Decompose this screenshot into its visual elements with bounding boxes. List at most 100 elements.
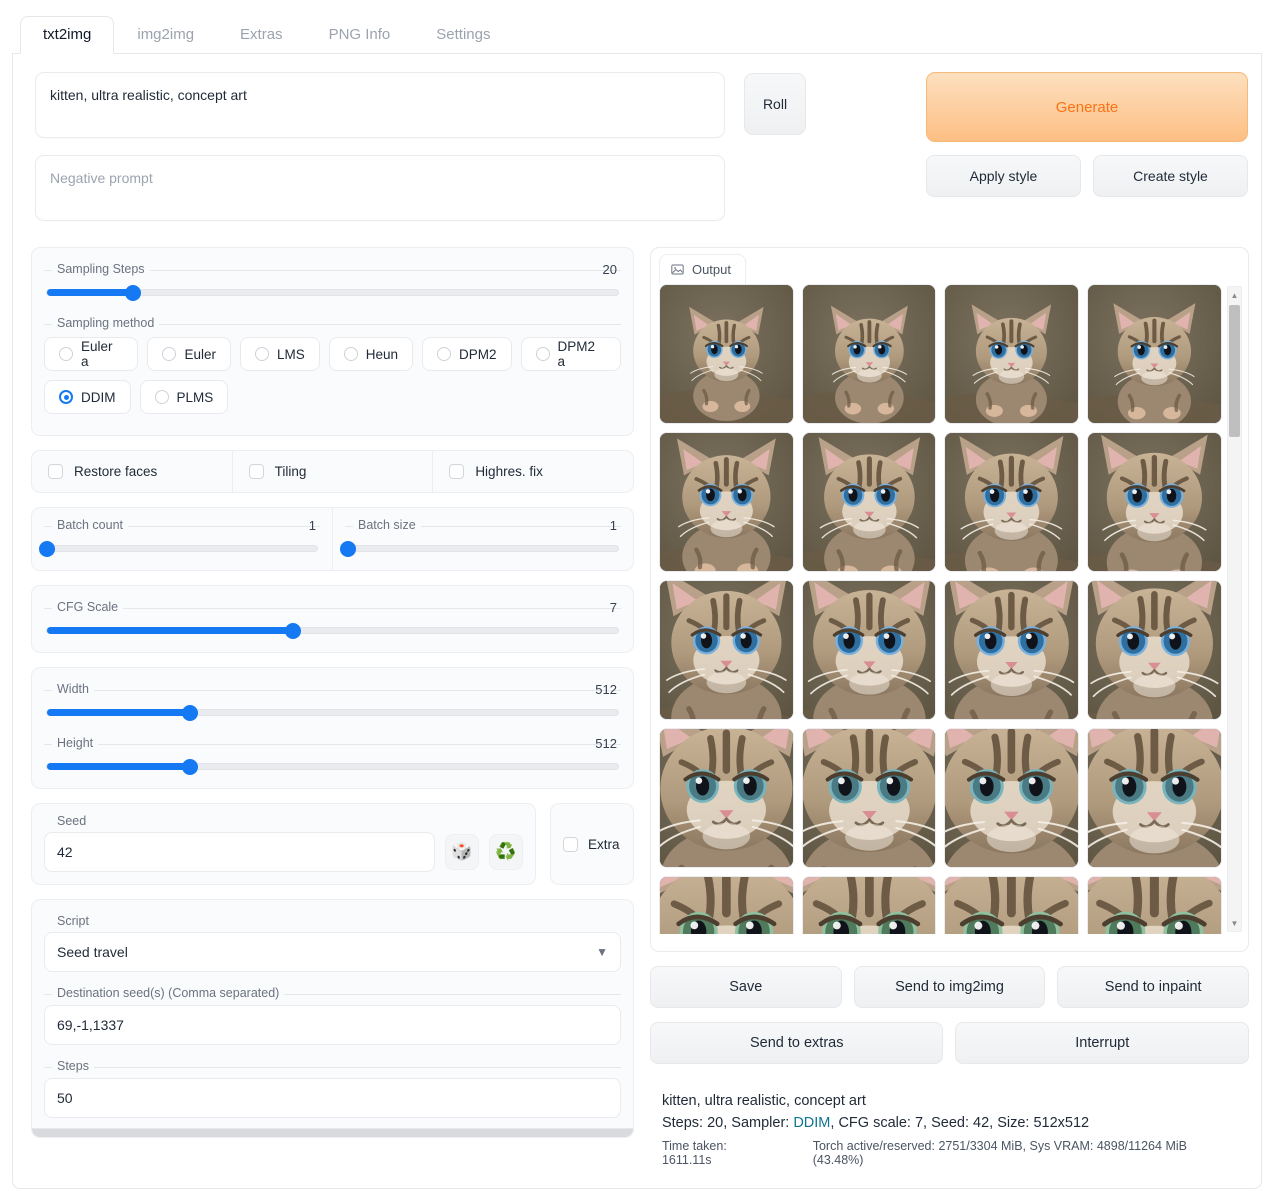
send-to-img2img-button[interactable]: Send to img2img <box>853 966 1046 1008</box>
gallery-image[interactable] <box>801 284 937 424</box>
cfg-field: CFG Scale 7 <box>44 594 621 640</box>
slider-thumb[interactable] <box>39 541 55 557</box>
radio-euler-a[interactable]: Euler a <box>44 337 139 371</box>
horizontal-scrollbar[interactable] <box>32 1128 633 1137</box>
cfg-line: 7 <box>44 600 621 640</box>
seed-input[interactable]: 42 <box>44 832 435 872</box>
radio-heun[interactable]: Heun <box>328 337 414 371</box>
batch-size-value: 1 <box>609 518 617 533</box>
radio-dot-icon <box>437 347 452 361</box>
recycle-icon[interactable]: ♻️ <box>488 834 523 870</box>
width-slider[interactable]: 512 <box>44 682 621 722</box>
save-button[interactable]: Save <box>649 966 842 1008</box>
tab-img2img[interactable]: img2img <box>114 16 217 54</box>
radio-euler[interactable]: Euler <box>147 337 231 371</box>
gallery-image[interactable] <box>801 580 937 720</box>
kitten-image <box>802 285 936 423</box>
height-value: 512 <box>595 736 617 751</box>
scrollbar-thumb[interactable] <box>1229 305 1240 437</box>
scroll-up-icon[interactable]: ▲ <box>1228 287 1241 303</box>
create-style-button[interactable]: Create style <box>1093 155 1248 197</box>
sampling-steps-value: 20 <box>602 262 617 277</box>
tab-label: txt2img <box>43 26 92 43</box>
button-label: Send to extras <box>749 1035 844 1051</box>
prompt-input[interactable]: kitten, ultra realistic, concept art <box>35 72 725 138</box>
gallery-image[interactable] <box>801 876 937 934</box>
seed-group: Seed 42 🎲 ♻️ <box>31 803 536 885</box>
extra-toggle-group[interactable]: Extra <box>549 803 634 885</box>
chevron-down-icon: ▼ <box>596 945 608 959</box>
gallery-image[interactable] <box>944 432 1080 572</box>
radio-dot-icon <box>162 347 177 361</box>
gallery-image[interactable] <box>1087 580 1222 720</box>
script-steps-label: Steps <box>52 1059 94 1073</box>
height-slider[interactable]: 512 <box>44 736 621 776</box>
apply-style-button[interactable]: Apply style <box>926 155 1081 197</box>
roll-button[interactable]: Roll <box>744 73 806 135</box>
toggle-restore-faces[interactable]: Restore faces <box>32 451 233 492</box>
tab-png-info[interactable]: PNG Info <box>306 16 414 54</box>
radio-plms[interactable]: PLMS <box>139 380 229 414</box>
gallery-image[interactable] <box>658 876 794 934</box>
batch-group: Batch count 1 Batch size 1 <box>31 507 634 571</box>
negative-prompt-input[interactable]: Negative prompt <box>35 155 725 221</box>
info-params-prefix: Steps: 20, Sampler: <box>661 1115 794 1132</box>
script-select[interactable]: Seed travel ▼ <box>44 932 621 972</box>
radio-dot-icon <box>154 390 169 404</box>
tab-settings[interactable]: Settings <box>413 16 513 54</box>
button-label: Send to img2img <box>895 979 1004 995</box>
batch-count-slider[interactable]: 1 <box>39 518 320 558</box>
slider-thumb[interactable] <box>181 705 198 721</box>
width-field: Width 512 <box>44 676 621 722</box>
tab-txt2img[interactable]: txt2img <box>20 16 115 54</box>
cfg-slider[interactable]: 7 <box>44 600 621 640</box>
kitten-image <box>1088 877 1221 934</box>
slider-thumb[interactable] <box>181 759 198 775</box>
gallery-scrollbar[interactable]: ▲ ▼ <box>1227 286 1242 932</box>
gallery-image[interactable] <box>944 580 1080 720</box>
radio-label: Euler a <box>81 339 113 369</box>
cfg-label: CFG Scale <box>52 600 124 614</box>
batch-size-field: Batch size 1 <box>333 508 633 570</box>
slider-thumb[interactable] <box>284 623 301 639</box>
prompt-row: kitten, ultra realistic, concept art Neg… <box>25 72 1249 221</box>
radio-lms[interactable]: LMS <box>239 337 320 371</box>
radio-ddim[interactable]: DDIM <box>44 380 131 414</box>
tab-extras[interactable]: Extras <box>217 16 306 54</box>
batch-count-value: 1 <box>308 518 316 533</box>
generation-info: kitten, ultra realistic, concept art Ste… <box>649 1080 1249 1179</box>
gallery-image[interactable] <box>944 876 1080 934</box>
kitten-image <box>659 581 793 719</box>
toggle-highres-fix[interactable]: Highres. fix <box>433 451 633 492</box>
output-tab[interactable]: Output <box>658 254 746 284</box>
gallery-image[interactable] <box>944 728 1080 868</box>
gallery-image[interactable] <box>1087 876 1222 934</box>
slider-thumb[interactable] <box>124 285 141 301</box>
gallery-image[interactable] <box>1087 432 1222 572</box>
scroll-down-icon[interactable]: ▼ <box>1228 915 1241 931</box>
script-steps-input[interactable]: 50 <box>44 1078 621 1118</box>
toggle-tiling[interactable]: Tiling <box>233 451 434 492</box>
gallery-image[interactable] <box>1087 284 1222 424</box>
generate-button[interactable]: Generate <box>926 72 1248 142</box>
gallery-image[interactable] <box>1087 728 1222 868</box>
gallery-image[interactable] <box>658 432 794 572</box>
gallery-image[interactable] <box>658 580 794 720</box>
gallery-image[interactable] <box>801 432 937 572</box>
sampling-steps-slider[interactable]: 20 <box>44 262 621 302</box>
gallery-image[interactable] <box>658 728 794 868</box>
gallery-image[interactable] <box>658 284 794 424</box>
dest-seeds-input[interactable]: 69,-1,1337 <box>44 1005 621 1045</box>
gallery-image[interactable] <box>944 284 1080 424</box>
send-to-inpaint-button[interactable]: Send to inpaint <box>1057 966 1250 1008</box>
dice-icon[interactable]: 🎲 <box>444 834 479 870</box>
radio-dpm2[interactable]: DPM2 <box>422 337 512 371</box>
radio-label: Heun <box>365 346 399 362</box>
radio-dpm2-a[interactable]: DPM2 a <box>520 337 621 371</box>
tab-label: img2img <box>137 26 195 43</box>
batch-size-slider[interactable]: 1 <box>339 518 621 558</box>
gallery-image[interactable] <box>801 728 937 868</box>
interrupt-button[interactable]: Interrupt <box>955 1022 1250 1064</box>
slider-thumb[interactable] <box>339 541 356 557</box>
send-to-extras-button[interactable]: Send to extras <box>649 1022 944 1064</box>
